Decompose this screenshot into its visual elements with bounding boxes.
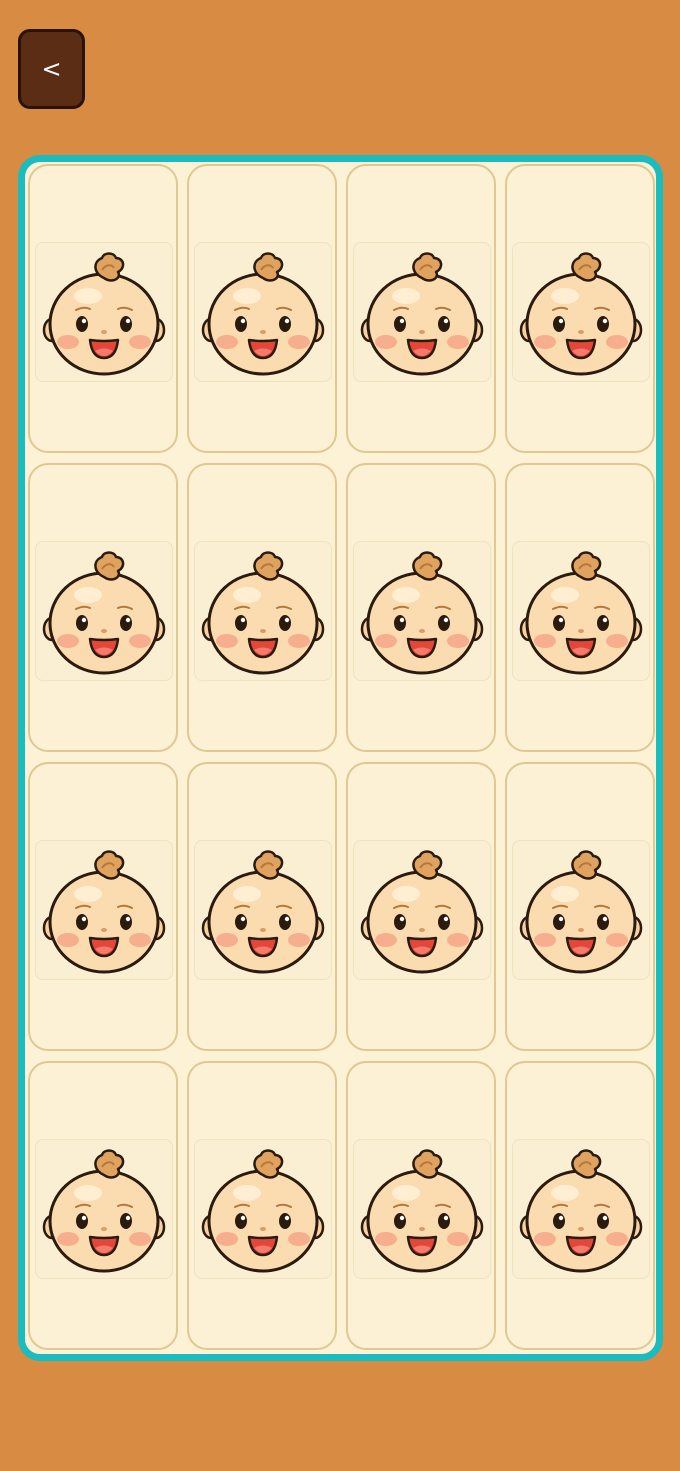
baby-face-icon — [201, 1149, 325, 1273]
baby-face-icon — [360, 850, 484, 974]
card-face — [35, 840, 173, 980]
card-grid — [18, 155, 663, 1361]
card[interactable] — [346, 762, 496, 1051]
card[interactable] — [505, 1061, 655, 1350]
card[interactable] — [346, 463, 496, 752]
card[interactable] — [505, 463, 655, 752]
baby-face-icon — [519, 551, 643, 675]
baby-face-icon — [360, 252, 484, 376]
card[interactable] — [187, 463, 337, 752]
card-face — [194, 1139, 332, 1279]
card-face — [35, 541, 173, 681]
card-face — [512, 242, 650, 382]
card-face — [35, 242, 173, 382]
baby-face-icon — [201, 850, 325, 974]
baby-face-icon — [42, 252, 166, 376]
card-face — [512, 541, 650, 681]
baby-face-icon — [42, 551, 166, 675]
baby-face-icon — [201, 551, 325, 675]
baby-face-icon — [42, 1149, 166, 1273]
card-face — [194, 541, 332, 681]
card-face — [194, 840, 332, 980]
baby-face-icon — [519, 252, 643, 376]
baby-face-icon — [360, 1149, 484, 1273]
card[interactable] — [505, 164, 655, 453]
card[interactable] — [187, 164, 337, 453]
card-face — [194, 242, 332, 382]
baby-face-icon — [360, 551, 484, 675]
card-face — [353, 242, 491, 382]
card[interactable] — [346, 164, 496, 453]
card-face — [512, 1139, 650, 1279]
baby-face-icon — [201, 252, 325, 376]
card-face — [35, 1139, 173, 1279]
card-face — [353, 541, 491, 681]
card-face — [512, 840, 650, 980]
card[interactable] — [187, 762, 337, 1051]
card[interactable] — [28, 463, 178, 752]
back-button[interactable]: < — [18, 29, 85, 109]
baby-face-icon — [42, 850, 166, 974]
card[interactable] — [187, 1061, 337, 1350]
card[interactable] — [505, 762, 655, 1051]
card[interactable] — [28, 762, 178, 1051]
card[interactable] — [346, 1061, 496, 1350]
baby-face-icon — [519, 1149, 643, 1273]
card-face — [353, 840, 491, 980]
card[interactable] — [28, 1061, 178, 1350]
baby-face-icon — [519, 850, 643, 974]
card[interactable] — [28, 164, 178, 453]
card-face — [353, 1139, 491, 1279]
